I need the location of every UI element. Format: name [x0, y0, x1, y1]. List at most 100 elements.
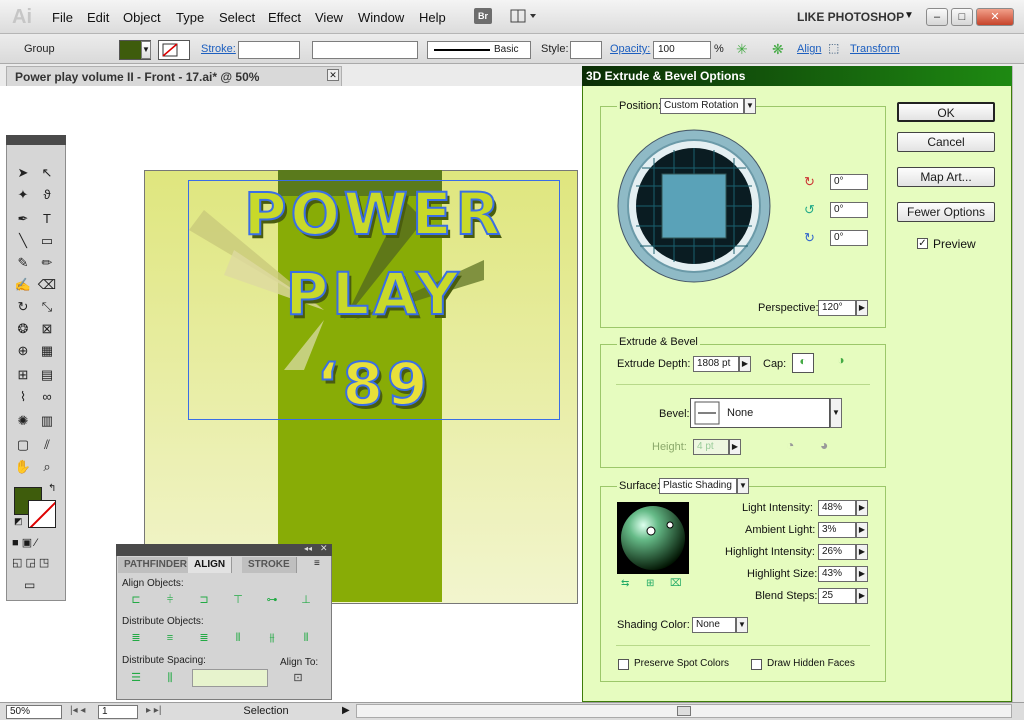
cancel-button[interactable]: Cancel — [897, 132, 995, 152]
surface-select[interactable]: Plastic Shading — [659, 478, 737, 494]
scroll-thumb[interactable] — [677, 706, 691, 716]
rotation-cube-preview[interactable] — [616, 128, 772, 284]
position-caret-icon[interactable]: ▼ — [744, 98, 756, 114]
next-artboard-icon[interactable]: ▸ ▸| — [146, 705, 161, 716]
bevel-in-icon[interactable]: ◕ — [820, 437, 828, 453]
align-top-icon[interactable]: ⊤ — [230, 592, 246, 608]
panel-menu-icon[interactable]: ≡ — [314, 558, 320, 569]
opacity-link[interactable]: Opacity: — [610, 43, 650, 55]
artwork-line-power[interactable]: POWER — [188, 179, 560, 249]
direct-selection-tool-icon[interactable]: ↖ — [36, 163, 58, 183]
zoom-field[interactable]: 50% — [6, 705, 62, 719]
magic-wand-tool-icon[interactable]: ✦ — [12, 185, 34, 205]
ambient-light-arrow-icon[interactable]: ▶ — [856, 522, 868, 538]
menu-select[interactable]: Select — [219, 10, 255, 25]
rotation-y-field[interactable]: 0° — [830, 202, 868, 218]
blob-brush-tool-icon[interactable]: ✍ — [12, 275, 34, 295]
free-transform-tool-icon[interactable]: ⊠ — [36, 319, 58, 339]
align-left-icon[interactable]: ⊏ — [128, 592, 144, 608]
tab-pathfinder[interactable]: PATHFINDER — [118, 557, 194, 573]
light-intensity-field[interactable]: 48% — [818, 500, 856, 516]
map-art-button[interactable]: Map Art... — [897, 167, 995, 187]
distribute-right-icon[interactable]: ⫴ — [298, 630, 314, 646]
eyedropper-tool-icon[interactable]: ⌇ — [12, 387, 34, 407]
stroke-link[interactable]: Stroke: — [201, 43, 236, 55]
selection-tool-icon[interactable]: ➤ — [12, 163, 34, 183]
highlight-intensity-arrow-icon[interactable]: ▶ — [856, 544, 868, 560]
transform-link[interactable]: Transform — [850, 43, 900, 55]
hand-tool-icon[interactable]: ✋ — [12, 457, 34, 477]
menu-window[interactable]: Window — [358, 10, 404, 25]
artwork-line-play[interactable]: PLAY — [188, 259, 560, 329]
graph-tool-icon[interactable]: ▥ — [36, 411, 58, 431]
minimize-button[interactable]: – — [926, 8, 948, 26]
pen-tool-icon[interactable]: ✒ — [12, 209, 34, 229]
gradient-tool-icon[interactable]: ▤ — [36, 365, 58, 385]
extrude-depth-arrow-icon[interactable]: ▶ — [739, 356, 751, 372]
brush-definition-field[interactable]: Basic — [427, 41, 531, 59]
graphic-style-field[interactable] — [570, 41, 602, 59]
fill-dropdown-icon[interactable]: ▼ — [141, 41, 151, 59]
color-mode-icons[interactable]: ■ ▣ ⁄ — [12, 536, 60, 550]
align-to-selection-icon[interactable]: ⊡ — [290, 670, 306, 686]
align-hcenter-icon[interactable]: ⫩ — [162, 592, 178, 608]
height-field[interactable]: 4 pt — [693, 439, 729, 455]
cap-on-icon[interactable]: ◐ — [792, 353, 814, 373]
menu-view[interactable]: View — [315, 10, 343, 25]
preserve-spot-checkbox[interactable] — [618, 659, 629, 670]
align-right-icon[interactable]: ⊐ — [196, 592, 212, 608]
close-button[interactable]: ✕ — [976, 8, 1014, 26]
bevel-select[interactable]: None — [690, 398, 830, 428]
slice-tool-icon[interactable]: ⫽ — [36, 435, 58, 455]
distribute-left-icon[interactable]: ⫴ — [230, 630, 246, 646]
menu-file[interactable]: File — [52, 10, 73, 25]
line-tool-icon[interactable]: ╲ — [12, 231, 34, 251]
align-bottom-icon[interactable]: ⊥ — [298, 592, 314, 608]
rotation-x-field[interactable]: 0° — [830, 174, 868, 190]
menu-effect[interactable]: Effect — [268, 10, 301, 25]
rectangle-tool-icon[interactable]: ▭ — [36, 231, 58, 251]
menu-edit[interactable]: Edit — [87, 10, 109, 25]
distribute-hcenter-icon[interactable]: ⫵ — [264, 630, 280, 646]
arrange-documents-icon[interactable] — [510, 9, 538, 23]
current-tool-status[interactable]: Selection — [186, 705, 346, 719]
perspective-grid-tool-icon[interactable]: ▦ — [36, 341, 58, 361]
shading-color-caret-icon[interactable]: ▼ — [736, 617, 748, 633]
highlight-size-arrow-icon[interactable]: ▶ — [856, 566, 868, 582]
blend-steps-arrow-icon[interactable]: ▶ — [856, 588, 868, 604]
spacing-value-field[interactable] — [192, 669, 268, 687]
type-tool-icon[interactable]: T — [36, 209, 58, 229]
horizontal-scrollbar[interactable] — [356, 704, 1012, 718]
artboard-tool-icon[interactable]: ▢ — [12, 435, 34, 455]
highlight-intensity-field[interactable]: 26% — [818, 544, 856, 560]
bridge-button[interactable]: Br — [474, 8, 492, 24]
eraser-tool-icon[interactable]: ⌫ — [36, 275, 58, 295]
cap-off-icon[interactable]: ◑ — [830, 353, 852, 373]
workspace-caret-icon[interactable]: ▼ — [904, 10, 914, 21]
scale-tool-icon[interactable]: ⤡ — [36, 297, 58, 317]
lasso-tool-icon[interactable]: ϑ — [36, 185, 58, 205]
align-panel-header[interactable] — [116, 544, 332, 556]
rotate-tool-icon[interactable]: ↻ — [12, 297, 34, 317]
preview-checkbox[interactable]: ✓ — [917, 238, 928, 249]
variable-width-field[interactable] — [312, 41, 418, 59]
delete-light-icon[interactable]: ⌧ — [670, 578, 682, 589]
menu-object[interactable]: Object — [123, 10, 161, 25]
isolate-group-icon[interactable]: ❋ — [772, 41, 790, 59]
artboard-number-field[interactable]: 1 — [98, 705, 138, 719]
distribute-vspace-icon[interactable]: ☰ — [128, 670, 144, 686]
tab-stroke[interactable]: STROKE — [242, 557, 297, 573]
zoom-tool-icon[interactable]: ⌕ — [36, 457, 58, 477]
stroke-weight-field[interactable] — [238, 41, 300, 59]
restore-button[interactable]: □ — [951, 8, 973, 26]
recolor-artwork-icon[interactable]: ✳ — [736, 41, 764, 59]
position-select[interactable]: Custom Rotation — [660, 98, 744, 114]
shading-color-select[interactable]: None — [692, 617, 736, 633]
bevel-out-icon[interactable]: ◔ — [786, 437, 794, 453]
paintbrush-tool-icon[interactable]: ✎ — [12, 253, 34, 273]
move-light-back-icon[interactable]: ⇆ — [621, 578, 629, 589]
transform-icon[interactable]: ⬚ — [828, 41, 844, 57]
collapse-panel-icon[interactable]: ◂◂ — [304, 544, 312, 553]
distribute-top-icon[interactable]: ≣ — [128, 630, 144, 646]
close-panel-icon[interactable]: ✕ — [320, 543, 328, 554]
